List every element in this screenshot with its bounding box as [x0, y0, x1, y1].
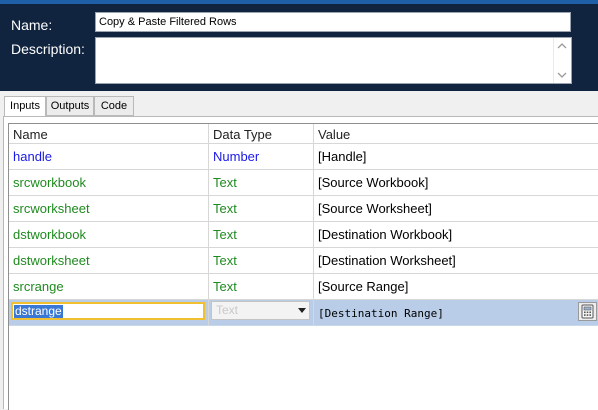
- table-row[interactable]: srcworkbook Text [Source Workbook]: [9, 170, 598, 196]
- value-cell[interactable]: [Handle]: [314, 144, 598, 170]
- inputs-panel: Name Data Type Value handle Number [Hand…: [3, 116, 598, 410]
- table-row[interactable]: handle Number [Handle]: [9, 144, 598, 170]
- name-edit-text: dstrange: [14, 304, 63, 318]
- value-cell[interactable]: [Source Range]: [314, 274, 598, 300]
- data-type-cell[interactable]: Text: [209, 248, 314, 274]
- chevron-down-icon[interactable]: [557, 71, 567, 79]
- value-edit-text: [Destination Range]: [318, 307, 444, 320]
- data-type-cell[interactable]: Text: [209, 300, 314, 326]
- data-type-dropdown[interactable]: Text: [211, 301, 310, 320]
- input-name-cell[interactable]: dstrange: [9, 300, 209, 326]
- data-type-selected: Text: [216, 303, 239, 317]
- tab-outputs[interactable]: Outputs: [46, 96, 94, 116]
- description-scrollbar[interactable]: [553, 38, 571, 83]
- tab-inputs[interactable]: Inputs: [4, 96, 46, 117]
- value-cell[interactable]: [Source Worksheet]: [314, 196, 598, 222]
- chevron-up-icon[interactable]: [557, 42, 567, 50]
- input-name-cell[interactable]: dstworksheet: [9, 248, 209, 274]
- tab-strip: Inputs Outputs Code: [0, 96, 598, 117]
- input-name-cell[interactable]: srcworkbook: [9, 170, 209, 196]
- data-type-cell[interactable]: Text: [209, 196, 314, 222]
- data-type-cell[interactable]: Number: [209, 144, 314, 170]
- calculator-icon: [581, 304, 594, 319]
- table-row-editing[interactable]: dstrange Text [Destination Range]: [9, 300, 598, 326]
- grid-header-row: Name Data Type Value: [9, 124, 598, 144]
- table-row[interactable]: dstworksheet Text [Destination Worksheet…: [9, 248, 598, 274]
- column-header-value[interactable]: Value: [314, 124, 598, 144]
- chevron-down-icon[interactable]: [298, 308, 306, 313]
- data-type-cell[interactable]: Text: [209, 222, 314, 248]
- inputs-grid: Name Data Type Value handle Number [Hand…: [8, 123, 598, 410]
- value-cell[interactable]: [Destination Range]: [314, 300, 598, 326]
- tab-code[interactable]: Code: [94, 96, 134, 116]
- input-name-cell[interactable]: srcrange: [9, 274, 209, 300]
- value-cell[interactable]: [Destination Workbook]: [314, 222, 598, 248]
- column-header-name[interactable]: Name: [9, 124, 209, 144]
- table-row[interactable]: srcrange Text [Source Range]: [9, 274, 598, 300]
- data-type-cell[interactable]: Text: [209, 274, 314, 300]
- value-cell[interactable]: [Source Workbook]: [314, 170, 598, 196]
- table-row[interactable]: srcworksheet Text [Source Worksheet]: [9, 196, 598, 222]
- input-name-cell[interactable]: handle: [9, 144, 209, 170]
- name-label: Name:: [11, 17, 53, 33]
- table-row[interactable]: dstworkbook Text [Destination Workbook]: [9, 222, 598, 248]
- name-edit-field[interactable]: dstrange: [11, 302, 205, 320]
- column-header-data-type[interactable]: Data Type: [209, 124, 314, 144]
- input-name-cell[interactable]: dstworkbook: [9, 222, 209, 248]
- description-field[interactable]: [95, 37, 572, 84]
- value-cell[interactable]: [Destination Worksheet]: [314, 248, 598, 274]
- description-label: Description:: [11, 41, 85, 57]
- data-type-cell[interactable]: Text: [209, 170, 314, 196]
- name-field[interactable]: Copy & Paste Filtered Rows: [95, 12, 571, 32]
- input-name-cell[interactable]: srcworksheet: [9, 196, 209, 222]
- properties-header: Name: Copy & Paste Filtered Rows Descrip…: [0, 4, 598, 91]
- expression-editor-button[interactable]: [578, 302, 597, 321]
